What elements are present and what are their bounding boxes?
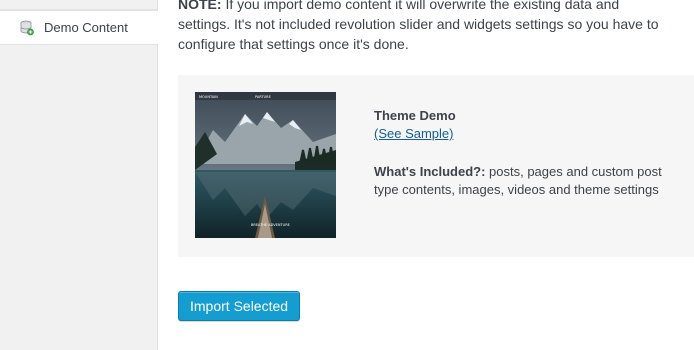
sidebar-previous-item[interactable] [0, 0, 157, 10]
included-label: What's Included?: [374, 164, 486, 179]
see-sample-link[interactable]: (See Sample) [374, 126, 453, 141]
notice-line-3: configure that settings once it's done. [178, 36, 409, 52]
import-selected-button[interactable]: Import Selected [178, 291, 301, 321]
sidebar-item-demo-content[interactable]: Demo Content [0, 10, 158, 45]
demo-included: What's Included?: posts, pages and custo… [374, 163, 664, 199]
thumb-nav-title: PARTURE [255, 95, 271, 99]
settings-sidebar: Demo Content [0, 0, 158, 350]
notice-line-2: settings. It's not included revolution s… [178, 16, 659, 32]
sidebar-item-label: Demo Content [44, 20, 128, 35]
demo-thumbnail[interactable]: MOUNTAIN PARTURE BREATHE ADVENTURE [195, 92, 336, 238]
notice-label: NOTE: [178, 0, 222, 12]
demo-option-card[interactable]: MOUNTAIN PARTURE BREATHE ADVENTURE Theme… [178, 75, 694, 257]
demo-title: Theme Demo [374, 108, 456, 123]
demo-info: Theme Demo (See Sample) What's Included?… [374, 107, 664, 199]
database-icon [20, 20, 34, 36]
notice-line-1: If you import demo content it will overw… [221, 0, 620, 12]
thumb-nav-brand: MOUNTAIN [199, 95, 218, 99]
thumb-caption: BREATHE ADVENTURE [251, 223, 290, 227]
main-content: NOTE: If you import demo content it will… [178, 0, 694, 350]
import-notice: NOTE: If you import demo content it will… [178, 0, 668, 54]
